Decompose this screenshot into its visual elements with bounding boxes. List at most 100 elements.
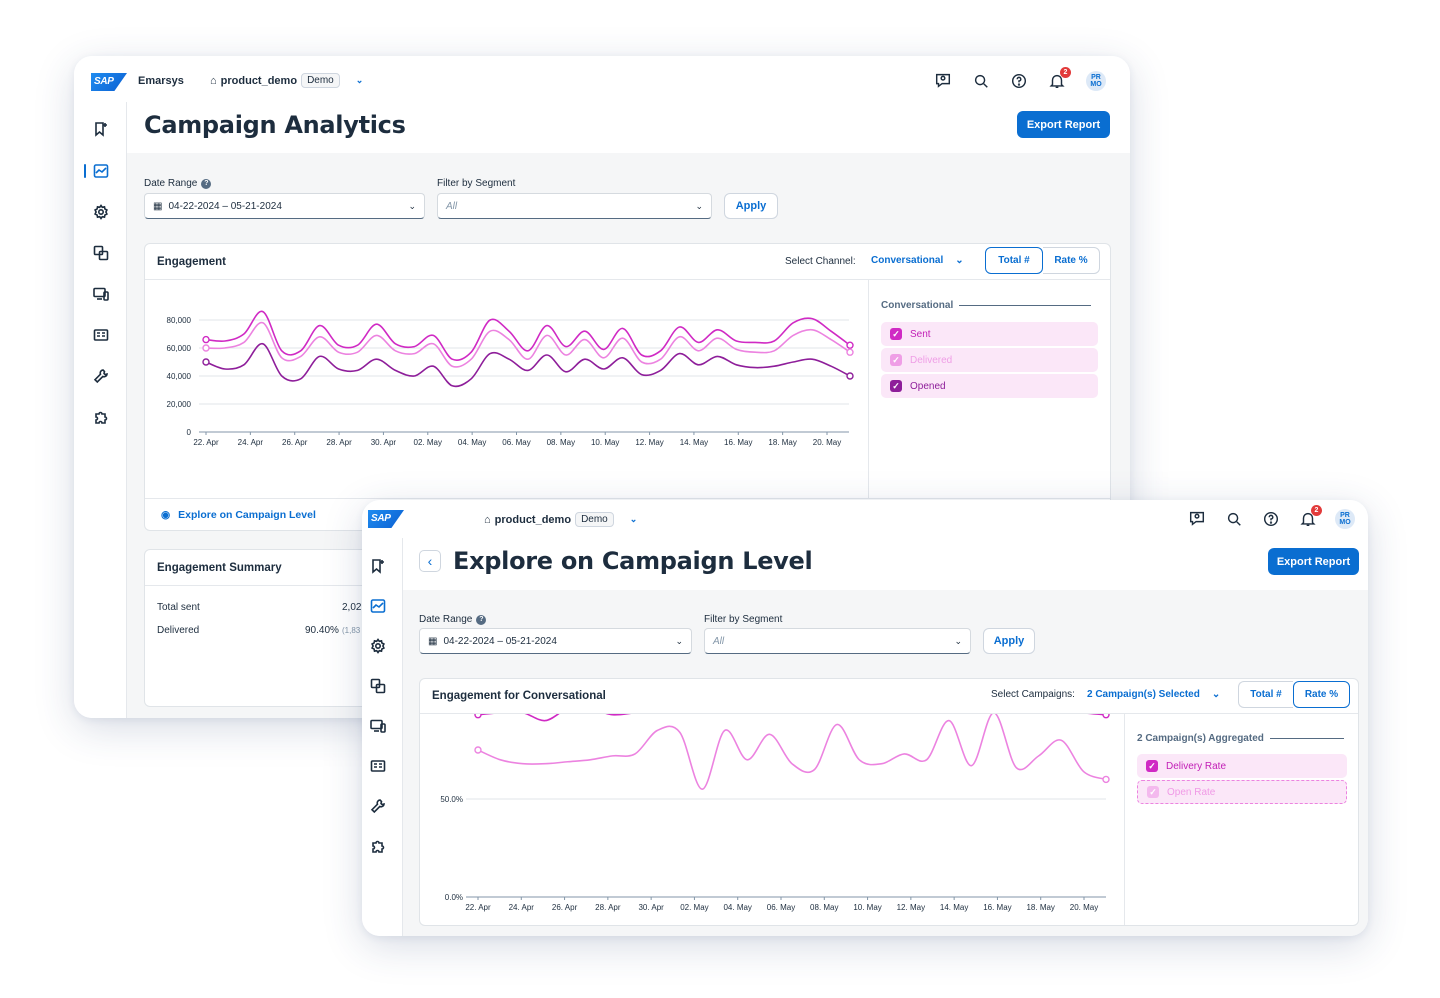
x-tick-label: 02. May (414, 438, 442, 447)
bookmark-icon[interactable] (91, 119, 111, 139)
rate-toggle[interactable]: Rate % (1043, 247, 1100, 274)
x-tick-label: 04. May (458, 438, 486, 447)
back-button[interactable]: ‹ (419, 550, 441, 572)
analytics-icon[interactable] (368, 596, 388, 616)
devices-icon[interactable] (368, 716, 388, 736)
search-icon[interactable] (971, 71, 991, 91)
notifications-bell-icon[interactable]: 2 (1298, 505, 1322, 529)
export-report-button[interactable]: Export Report (1268, 548, 1359, 575)
user-avatar[interactable]: PR MO (1335, 509, 1355, 529)
addons-puzzle-icon[interactable] (368, 836, 388, 856)
search-icon[interactable] (1224, 509, 1244, 529)
segment-select[interactable]: All ⌄ (704, 628, 971, 654)
rate-toggle[interactable]: Rate % (1293, 681, 1350, 708)
tenant-badge: Demo (575, 512, 614, 527)
apply-button[interactable]: Apply (724, 193, 778, 219)
ai-assistant-icon[interactable] (933, 70, 953, 90)
tenant-badge: Demo (301, 73, 340, 88)
x-tick-label: 22. Apr (193, 438, 219, 447)
x-tick-label: 22. Apr (465, 903, 491, 912)
bookmark-icon[interactable] (368, 556, 388, 576)
x-tick-label: 04. May (723, 903, 751, 912)
tenant-name: product_demo (220, 74, 298, 87)
campaign-engagement-card: Engagement for Conversational Select Cam… (419, 678, 1359, 926)
page-title: Campaign Analytics (144, 111, 406, 139)
tenant-selector[interactable]: ⌂ product_demo Demo ⌄ (484, 512, 637, 527)
tools-icon[interactable] (368, 796, 388, 816)
addons-puzzle-icon[interactable] (91, 407, 111, 427)
explore-campaign-window: SAP ⌂ product_demo Demo ⌄ 2 PR MO ‹ Expl… (362, 500, 1368, 936)
x-tick-label: 24. Apr (238, 438, 264, 447)
checkbox-icon[interactable]: ✓ (1147, 786, 1159, 798)
checkbox-icon[interactable]: ✓ (890, 380, 902, 392)
contacts-card-icon[interactable] (368, 756, 388, 776)
export-report-button[interactable]: Export Report (1017, 111, 1110, 138)
series-endpoint (474, 746, 482, 754)
date-range-picker[interactable]: ▦ 04-22-2024 – 05-21-2024 ⌄ (144, 193, 425, 219)
date-range-picker[interactable]: ▦ 04-22-2024 – 05-21-2024 ⌄ (419, 628, 692, 654)
contacts-card-icon[interactable] (91, 325, 111, 345)
series-line-delivery-rate (477, 714, 1107, 722)
tenant-name: product_demo (494, 513, 572, 526)
legend-item-sent[interactable]: ✓ Sent (881, 322, 1098, 346)
calendar-icon: ▦ (153, 200, 163, 212)
explore-campaign-link[interactable]: ◉ Explore on Campaign Level (161, 509, 316, 521)
legend-label: Open Rate (1167, 786, 1216, 798)
segment-label: Filter by Segment (437, 178, 516, 189)
eye-icon: ◉ (161, 509, 171, 521)
legend-item-delivery-rate[interactable]: ✓ Delivery Rate (1137, 754, 1347, 778)
channel-label: Select Channel: (785, 256, 856, 267)
page-header: ‹ Explore on Campaign Level Export Repor… (403, 538, 1368, 590)
content-icon[interactable] (91, 243, 111, 263)
ai-assistant-icon[interactable] (1187, 508, 1207, 528)
notifications-bell-icon[interactable]: 2 (1047, 67, 1071, 91)
building-icon: ⌂ (484, 513, 491, 526)
analytics-icon[interactable] (84, 161, 111, 181)
tenant-selector[interactable]: ⌂ product_demo Demo ⌄ (210, 73, 363, 88)
segment-select[interactable]: All ⌄ (437, 193, 712, 219)
automation-gear-icon[interactable] (368, 636, 388, 656)
chevron-down-icon[interactable]: ⌄ (630, 514, 638, 525)
x-tick-label: 26. Apr (552, 903, 578, 912)
sap-logo[interactable]: SAP (368, 510, 404, 528)
legend-item-delivered[interactable]: ✓ Delivered (881, 348, 1098, 372)
chevron-down-icon: ⌄ (1211, 689, 1221, 700)
y-tick-label: 80,000 (167, 316, 192, 325)
help-icon[interactable]: ? (201, 178, 212, 189)
devices-icon[interactable] (91, 284, 111, 304)
total-toggle[interactable]: Total # (985, 247, 1043, 274)
x-tick-label: 06. May (502, 438, 530, 447)
x-tick-label: 18. May (1026, 903, 1054, 912)
legend-item-open-rate[interactable]: ✓ Open Rate (1137, 780, 1347, 804)
engagement-title: Engagement for Conversational (432, 690, 606, 702)
x-tick-label: 08. May (547, 438, 575, 447)
tools-icon[interactable] (91, 366, 111, 386)
x-tick-label: 16. May (724, 438, 752, 447)
help-icon[interactable] (1261, 509, 1281, 529)
x-tick-label: 14. May (940, 903, 968, 912)
help-icon[interactable] (1009, 71, 1029, 91)
notification-count: 2 (1060, 67, 1071, 78)
apply-button[interactable]: Apply (983, 628, 1035, 654)
delivered-label: Delivered (157, 625, 200, 636)
segment-value: All (713, 635, 725, 647)
legend-item-opened[interactable]: ✓ Opened (881, 374, 1098, 398)
user-avatar[interactable]: PR MO (1086, 71, 1106, 91)
automation-gear-icon[interactable] (91, 202, 111, 222)
help-icon[interactable]: ? (476, 614, 487, 625)
series-endpoint (846, 348, 854, 356)
date-range-label: Date Range? (144, 178, 212, 189)
legend-title: Conversational (881, 300, 1092, 311)
building-icon: ⌂ (210, 74, 217, 87)
x-tick-label: 20. May (1070, 903, 1098, 912)
checkbox-icon[interactable]: ✓ (890, 328, 902, 340)
sap-logo[interactable]: SAP (91, 73, 127, 91)
chevron-down-icon[interactable]: ⌄ (356, 75, 364, 86)
checkbox-icon[interactable]: ✓ (1146, 760, 1158, 772)
y-tick-label: 0 (187, 428, 192, 437)
channel-select[interactable]: Conversational ⌄ (871, 255, 964, 266)
campaigns-select[interactable]: 2 Campaign(s) Selected ⌄ (1087, 689, 1220, 700)
content-icon[interactable] (368, 676, 388, 696)
checkbox-icon[interactable]: ✓ (890, 354, 902, 366)
total-toggle[interactable]: Total # (1238, 681, 1293, 708)
